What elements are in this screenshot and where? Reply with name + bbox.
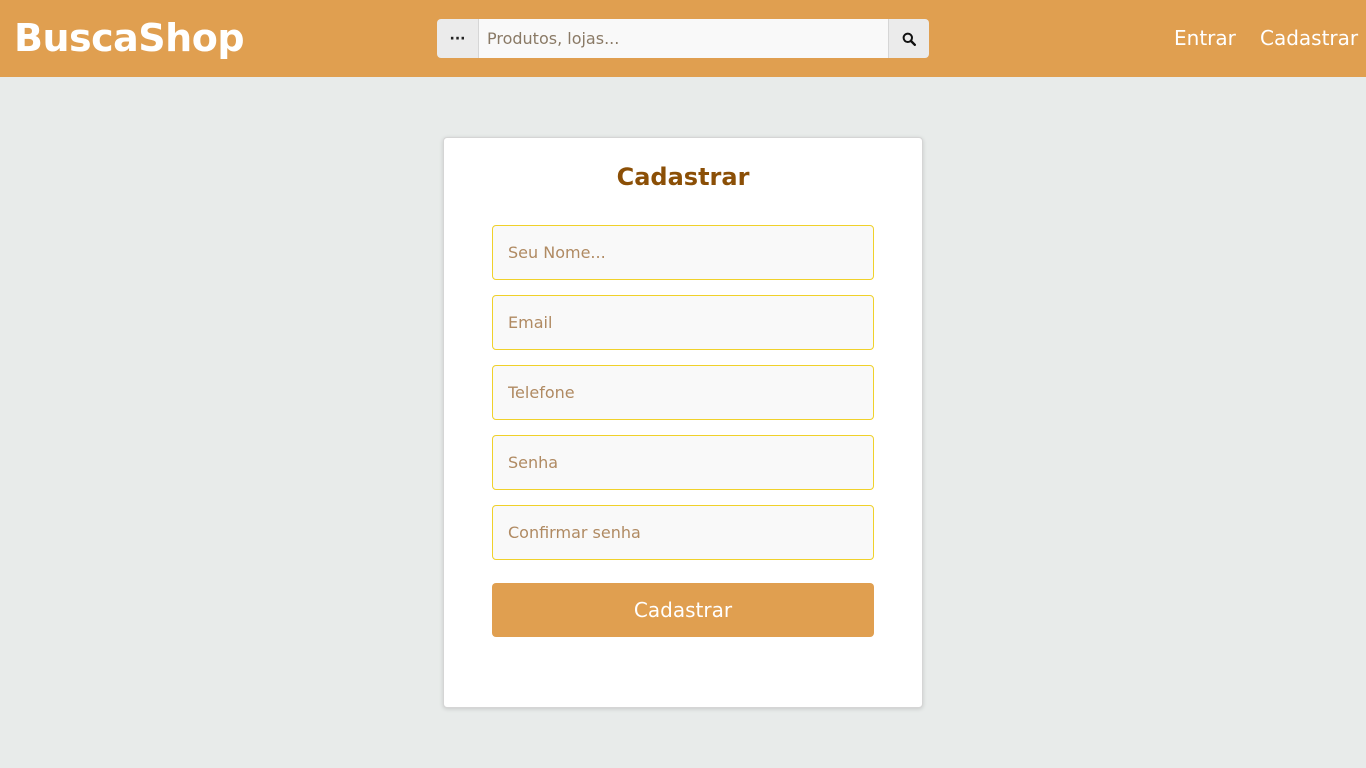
password-field[interactable] bbox=[492, 435, 874, 490]
signup-card: Cadastrar Cadastrar bbox=[443, 137, 923, 708]
search-options-button[interactable]: ··· bbox=[437, 19, 479, 58]
login-link[interactable]: Entrar bbox=[1174, 24, 1236, 52]
email-field[interactable] bbox=[492, 295, 874, 350]
form-title: Cadastrar bbox=[616, 163, 750, 191]
name-field[interactable] bbox=[492, 225, 874, 280]
phone-field[interactable] bbox=[492, 365, 874, 420]
signup-link[interactable]: Cadastrar bbox=[1260, 24, 1358, 52]
search-button[interactable] bbox=[888, 19, 929, 58]
brand-logo[interactable]: BuscaShop bbox=[14, 14, 245, 62]
search-icon bbox=[902, 32, 916, 46]
navbar: BuscaShop ··· Entrar Cadastrar bbox=[0, 0, 1366, 77]
signup-submit-button[interactable]: Cadastrar bbox=[492, 583, 874, 637]
confirm-password-field[interactable] bbox=[492, 505, 874, 560]
search-bar: ··· bbox=[437, 19, 929, 58]
search-input[interactable] bbox=[479, 19, 888, 58]
ellipsis-icon: ··· bbox=[449, 30, 466, 47]
